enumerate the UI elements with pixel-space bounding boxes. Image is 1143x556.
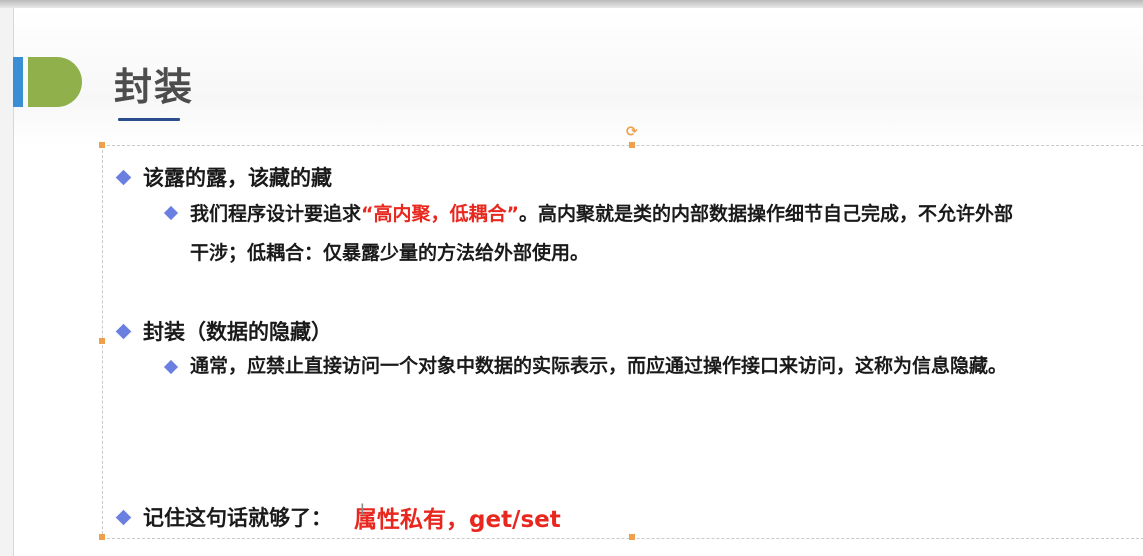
slide-title[interactable]: 封装 [114,56,194,111]
diamond-bullet-icon [115,509,132,525]
sub-bullet-2: 通常，应禁止直接访问一个对象中数据的实际表示，而应通过操作接口来访问，这称为信息… [190,355,1008,377]
diamond-bullet-icon [115,323,132,339]
resize-handle-top-left[interactable] [99,142,105,148]
resize-handle-bottom-left[interactable] [99,534,105,540]
title-accent-bar [13,57,23,107]
text-cursor-icon: I [360,500,365,519]
title-accent-shape [28,57,82,107]
title-underline [118,118,180,121]
bullet-item-2: 封装（数据的隐藏） [115,316,332,346]
bullet-heading: 封装（数据的隐藏） [143,320,332,344]
bullet-heading: 记住这句话就够了： [143,506,332,530]
sub-bullet-text: 干涉；低耦合：仅暴露少量的方法给外部使用。 [190,242,590,264]
bullet-item-1: 该露的露，该藏的藏 [115,162,332,192]
bullet-heading: 该露的露，该藏的藏 [143,166,332,190]
rotate-handle-icon[interactable]: ⟳ [626,124,638,140]
resize-handle-bottom-middle[interactable] [629,534,635,540]
resize-handle-middle-left[interactable] [99,338,105,344]
window-top-edge [0,0,1143,8]
sub-bullet-1: 我们程序设计要追求“高内聚，低耦合”。高内聚就是类的内部数据操作细节自己完成，不… [190,195,1140,273]
highlight-text: “高内聚，低耦合” [361,203,519,225]
sub-bullet-text: 我们程序设计要追求 [190,203,362,225]
diamond-bullet-icon [115,169,132,185]
bullet-item-3: 记住这句话就够了： 属性私有，get/set [115,500,561,534]
resize-handle-top-middle[interactable] [629,142,635,148]
sub-bullet-text: 。高内聚就是类的内部数据操作细节自己完成，不允许外部 [519,203,1014,225]
highlight-text: 属性私有，get/set [354,507,561,533]
